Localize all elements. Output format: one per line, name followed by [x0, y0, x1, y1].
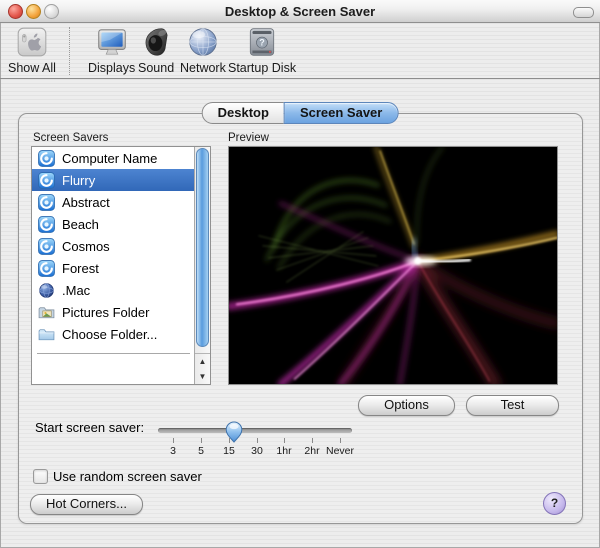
slider-tick [257, 438, 258, 443]
scroll-up-arrow-icon[interactable]: ▲ [195, 354, 210, 369]
slider-tick [201, 438, 202, 443]
slider-tick-label: 3 [170, 445, 176, 457]
swirl-icon [38, 194, 55, 211]
use-random-label: Use random screen saver [53, 469, 202, 484]
swirl-icon [38, 238, 55, 255]
screen-saver-row-cosmos[interactable]: Cosmos [32, 235, 210, 257]
scrollbar-thumb[interactable] [196, 148, 209, 347]
preferences-toolbar: Show All Displays Sound Network Startup Dis… [0, 23, 600, 79]
toolbar-item-label: Sound [138, 61, 175, 75]
toolbar-item-label: Startup Disk [228, 61, 297, 75]
use-random-checkbox[interactable] [33, 469, 48, 484]
slider-tick [173, 438, 174, 443]
toolbar-item-label: Displays [88, 61, 136, 75]
preview-label: Preview [228, 132, 269, 144]
toolbar-item-startup-disk[interactable]: Startup Disk [228, 25, 296, 75]
screen-saver-name: Choose Folder... [62, 326, 158, 342]
screen-savers-label: Screen Savers [33, 132, 109, 144]
screen-saver-row-choose-folder-[interactable]: Choose Folder... [32, 323, 210, 345]
screen-saver-rows: Computer Name Flurry Abstract Beach Cosmos Fo… [32, 147, 210, 345]
toolbar-toggle-pill[interactable] [573, 7, 594, 18]
window-title: Desktop & Screen Saver [224, 4, 376, 19]
network-icon [186, 25, 220, 59]
screen-saver-row-pictures-folder[interactable]: Pictures Folder [32, 301, 210, 323]
options-button[interactable]: Options [358, 395, 455, 416]
folder-icon [38, 326, 55, 343]
sound-icon [139, 25, 173, 59]
toolbar-item-displays[interactable]: Displays [88, 25, 135, 75]
slider-tick-label: 1hr [276, 445, 292, 457]
screen-saver-name: Abstract [62, 194, 110, 210]
slider-tick [229, 438, 230, 443]
slider-tick-label: 30 [251, 445, 263, 457]
screen-saver-name: Cosmos [62, 238, 110, 254]
swirl-icon [38, 172, 55, 189]
screen-saver-list: Computer Name Flurry Abstract Beach Cosmos Fo… [31, 146, 211, 385]
toolbar-item-show-all[interactable]: Show All [8, 25, 56, 75]
toolbar-item-label: Network [180, 61, 226, 75]
test-button[interactable]: Test [466, 395, 559, 416]
toolbar-item-sound[interactable]: Sound [138, 25, 174, 75]
screen-saver-name: Flurry [62, 172, 96, 188]
slider-tick [284, 438, 285, 443]
startup-disk-icon [245, 25, 279, 59]
screen-saver-name: Beach [62, 216, 99, 232]
screen-saver-name: Pictures Folder [62, 304, 150, 320]
desktop-screensaver-window: Desktop & Screen Saver Show All Displays… [0, 0, 600, 548]
flurry-preview-image [229, 147, 557, 384]
slider-tick [340, 438, 341, 443]
system-preferences-icon [15, 25, 49, 59]
hot-corners-button[interactable]: Hot Corners... [30, 494, 143, 515]
list-separator [37, 353, 190, 354]
slider-track[interactable] [158, 428, 352, 433]
screen-saver-row-abstract[interactable]: Abstract [32, 191, 210, 213]
slider-tick-label: Never [325, 445, 355, 457]
screen-saver-name: .Mac [62, 282, 91, 298]
title-bar: Desktop & Screen Saver [0, 0, 600, 23]
screen-saver-row-forest[interactable]: Forest [32, 257, 210, 279]
screen-saver-preview [228, 146, 558, 385]
screen-saver-name: Computer Name [62, 150, 158, 166]
tab-screen-saver[interactable]: Screen Saver [283, 102, 399, 124]
screen-saver-row-computer-name[interactable]: Computer Name [32, 147, 210, 169]
toolbar-item-label: Show All [8, 61, 56, 75]
displays-icon [95, 25, 129, 59]
list-scrollbar[interactable]: ▲ ▼ [194, 147, 210, 384]
screen-saver-row-flurry[interactable]: Flurry [32, 169, 210, 191]
slider-thumb[interactable] [225, 421, 243, 443]
slider-tick-label: 5 [198, 445, 204, 457]
slider-tick [312, 438, 313, 443]
scrollbar-arrows: ▲ ▼ [195, 353, 210, 384]
screen-saver-row--mac[interactable]: .Mac [32, 279, 210, 301]
slider-tick-label: 15 [223, 445, 235, 457]
toolbar-item-network[interactable]: Network [180, 25, 226, 75]
scroll-down-arrow-icon[interactable]: ▼ [195, 369, 210, 384]
swirl-icon [38, 260, 55, 277]
toolbar-divider [69, 27, 70, 75]
pictures-folder-icon [38, 304, 55, 321]
swirl-icon [38, 150, 55, 167]
start-screen-saver-label: Start screen saver: [35, 420, 145, 435]
screen-saver-row-beach[interactable]: Beach [32, 213, 210, 235]
slider-tick-label: 2hr [304, 445, 320, 457]
tab-bar: Desktop Screen Saver [201, 102, 399, 124]
globe-icon [38, 282, 55, 299]
help-button[interactable]: ? [543, 492, 566, 515]
screen-saver-name: Forest [62, 260, 99, 276]
swirl-icon [38, 216, 55, 233]
tab-desktop[interactable]: Desktop [201, 102, 284, 124]
